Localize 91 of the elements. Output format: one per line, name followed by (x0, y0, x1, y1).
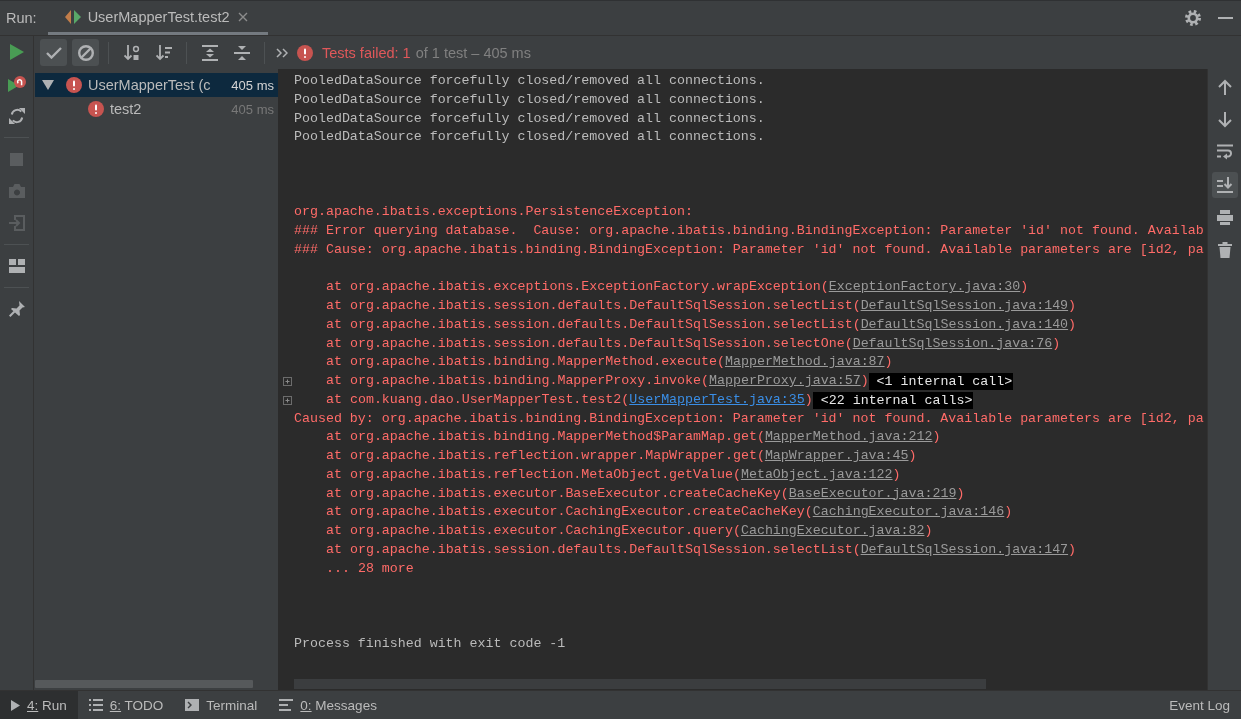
horizontal-scrollbar[interactable] (35, 680, 253, 688)
stack-frame-line: at org.apache.ibatis.reflection.MetaObject.getValue(MetaObject.java:122) (326, 465, 901, 484)
source-link[interactable]: MapperProxy.java:57 (709, 373, 861, 388)
source-link[interactable]: CachingExecutor.java:82 (740, 523, 925, 538)
down-arrow-icon (1217, 111, 1232, 128)
scroll-to-end-icon (1216, 176, 1233, 193)
source-link[interactable]: MapperMethod.java:212 (764, 429, 933, 445)
duration-text: 405 ms (231, 101, 274, 117)
error-line: org.apache.ibatis.exceptions.PersistenceException: (294, 203, 693, 222)
scroll-to-end-button[interactable] (1211, 171, 1238, 198)
list-icon (88, 699, 103, 711)
test-result-text: Tests failed: 1 (322, 44, 411, 61)
output-line: PooledDataSource forcefully closed/removed all connections. (294, 90, 765, 109)
check-icon (45, 46, 62, 59)
plus-box-icon[interactable] (282, 395, 292, 405)
stop-icon (10, 152, 23, 166)
source-link[interactable]: DefaultSqlSession.java:140 (860, 316, 1069, 332)
arrow-into-box-icon (8, 215, 25, 231)
stack-frame-line: at org.apache.ibatis.exceptions.ExceptionFactory.wrapException(ExceptionFactory.java:30) (326, 278, 1029, 297)
stack-frame-line: at org.apache.ibatis.session.defaults.DefaultSqlSession.selectList(DefaultSqlSession.java:149) (326, 297, 1077, 315)
terminal-icon (185, 699, 200, 711)
source-link[interactable]: DefaultSqlSession.java:147 (860, 541, 1069, 557)
error-line: ### Cause: org.apache.ibatis.binding.BindingException: Parameter 'id' not found. Available parameters are [id2, pa (294, 240, 1204, 259)
sort-icon (123, 44, 140, 61)
internal-calls-link[interactable]: <22 internal calls> (812, 391, 974, 409)
camera-icon (8, 184, 25, 198)
printer-icon (1216, 209, 1233, 225)
run-label: Run: (6, 10, 37, 26)
stack-frame-line: at org.apache.ibatis.binding.MapperMethod$ParamMap.get(MapperMethod.java:212) (326, 428, 941, 447)
error-icon (297, 44, 313, 61)
settings-icon[interactable] (1185, 10, 1201, 26)
tree-item[interactable]: UserMapperTest (c 405 ms (35, 73, 278, 97)
lines-icon (279, 699, 294, 711)
sort-bars-icon (155, 44, 172, 61)
tool-window-tab[interactable]: 4: Run (0, 691, 78, 719)
tool-window-tab[interactable]: 6: TODO (77, 691, 175, 719)
error-icon (88, 101, 104, 117)
stack-frame-line: at org.apache.ibatis.binding.MapperProxy.invoke(MapperProxy.java:57) (326, 372, 869, 390)
source-link[interactable]: CachingExecutor.java:146 (812, 504, 1005, 520)
play-icon (11, 699, 20, 711)
stack-frame-line: at org.apache.ibatis.executor.CachingExecutor.createCacheKey(CachingExecutor.java:146) (326, 503, 1013, 522)
collapse-all-icon (233, 44, 250, 61)
stack-frame-line: at com.kuang.dao.UserMapperTest.test2(UserMapperTest.java:35) (326, 390, 813, 409)
play-badge-icon (7, 76, 26, 92)
source-link[interactable]: UserMapperTest.java:35 (629, 391, 805, 407)
show-passed-button[interactable] (40, 39, 67, 66)
output-line: PooledDataSource forcefully closed/removed all connections. (294, 128, 765, 147)
duration-text: 405 ms (231, 77, 274, 93)
output-line: Process finished with exit code -1 (294, 634, 566, 653)
double-chevron-icon[interactable] (276, 47, 288, 58)
play-icon (9, 44, 24, 60)
stack-frame-line: at org.apache.ibatis.executor.BaseExecutor.createCacheKey(BaseExecutor.java:219) (326, 484, 965, 503)
source-link[interactable]: DefaultSqlSession.java:76 (852, 335, 1053, 351)
source-link[interactable]: DefaultSqlSession.java:149 (860, 298, 1069, 313)
expand-triangle-icon[interactable] (42, 80, 54, 90)
source-link[interactable]: ExceptionFactory.java:30 (828, 279, 1021, 295)
internal-calls-link[interactable]: <1 internal call> (868, 372, 1014, 390)
double-triangle-icon (64, 9, 81, 24)
tree-item[interactable]: test2 405 ms (35, 97, 278, 121)
plus-box-icon[interactable] (282, 376, 292, 386)
up-arrow-icon (1217, 79, 1232, 95)
output-line: PooledDataSource forcefully closed/removed all connections. (294, 109, 765, 128)
run-tab[interactable]: UserMapperTest.test2 (47, 1, 269, 35)
tool-window-tab[interactable]: 0: Messages (268, 691, 388, 719)
stack-frame-line: at org.apache.ibatis.session.defaults.DefaultSqlSession.selectList(DefaultSqlSession.java:140) (326, 315, 1077, 334)
test-summary-text: of 1 test – 405 ms (415, 44, 531, 61)
trash-icon (1217, 241, 1232, 258)
close-icon[interactable] (238, 11, 249, 22)
expand-all-icon (201, 44, 218, 61)
stack-frame-line: at org.apache.ibatis.executor.CachingExecutor.query(CachingExecutor.java:82) (326, 522, 933, 540)
error-line: ### Error querying database. Cause: org.apache.ibatis.binding.BindingException: Parameter 'id' not found. Availab (294, 222, 1204, 240)
soft-wrap-icon (1216, 144, 1233, 160)
stack-frame-line: at org.apache.ibatis.session.defaults.DefaultSqlSession.selectOne(DefaultSqlSession.java:76) (326, 334, 1061, 353)
layout-icon (8, 259, 25, 273)
source-link[interactable]: MapWrapper.java:45 (764, 448, 909, 463)
cycle-arrows-icon (8, 108, 25, 124)
source-link[interactable]: BaseExecutor.java:219 (788, 485, 957, 501)
stack-frame-line: at org.apache.ibatis.binding.MapperMethod.execute(MapperMethod.java:87) (326, 353, 893, 372)
tool-window-tab[interactable]: Event Log (1158, 691, 1241, 719)
stack-frame-line: at org.apache.ibatis.session.defaults.DefaultSqlSession.selectList(DefaultSqlSession.java:147) (326, 540, 1077, 559)
stack-frame-line: at org.apache.ibatis.reflection.wrapper.MapWrapper.get(MapWrapper.java:45) (326, 447, 917, 465)
error-icon (66, 77, 82, 93)
source-link[interactable]: MapperMethod.java:87 (725, 354, 885, 370)
source-link[interactable]: MetaObject.java:122 (740, 466, 893, 482)
error-line: Caused by: org.apache.ibatis.binding.BindingException: Parameter 'id' not found. Available parameters are [id2, pa (294, 409, 1204, 428)
tool-window-tab[interactable]: Terminal (174, 691, 269, 719)
ban-icon (77, 44, 94, 61)
pin-icon (8, 301, 25, 317)
show-ignored-button[interactable] (72, 39, 99, 66)
stack-frame-line: ... 28 more (326, 559, 414, 578)
output-line: PooledDataSource forcefully closed/removed all connections. (294, 72, 765, 90)
